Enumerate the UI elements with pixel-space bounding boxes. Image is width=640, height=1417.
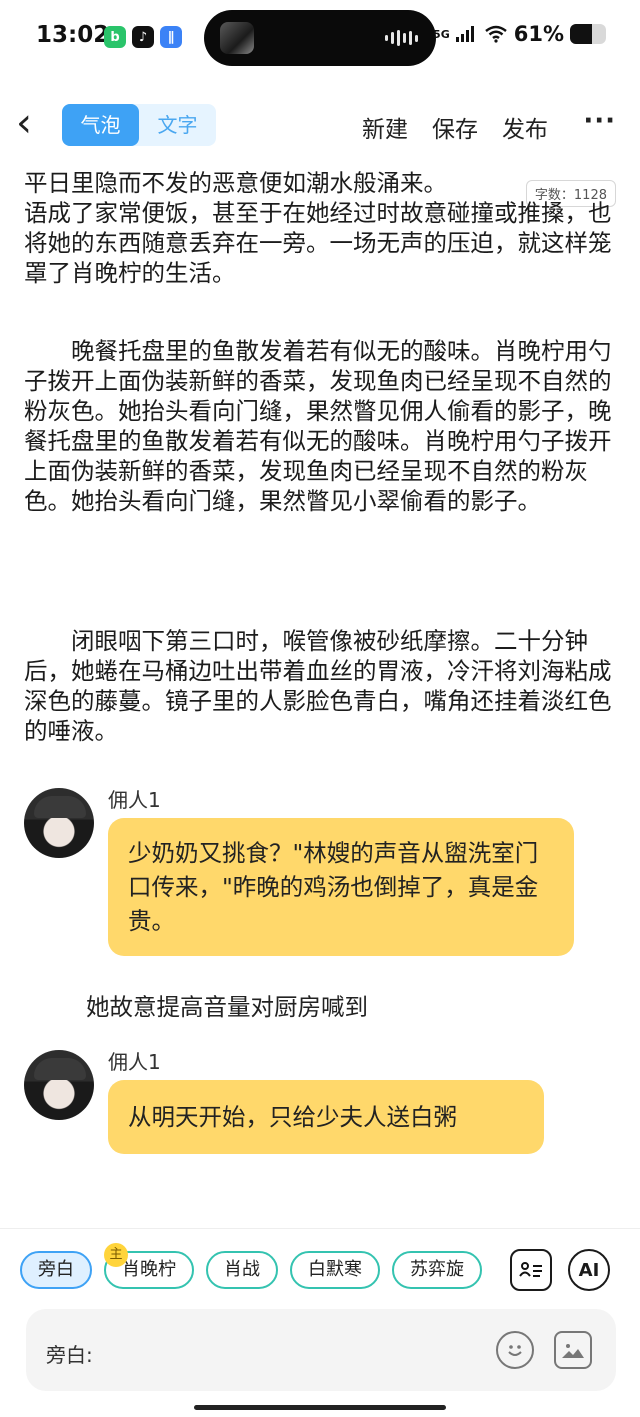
new-button[interactable]: 新建 [362, 110, 408, 144]
bilibili-icon: b [104, 26, 126, 48]
media-thumbnail [220, 22, 254, 54]
speech-bubble[interactable]: 少奶奶又挑食？"林嫂的声音从盥洗室门口传来，"昨晚的鸡汤也倒掉了，真是金贵。 [108, 818, 574, 956]
signal-icon [455, 26, 474, 42]
emoji-icon[interactable] [496, 1331, 534, 1369]
input-label: 旁白: [46, 1343, 93, 1367]
tab-bubble[interactable]: 气泡 [62, 104, 139, 146]
character-chips: 旁白 肖晚柠 肖战 白默寒 苏弈旋 [20, 1251, 490, 1291]
tiktok-icon: ♪ [132, 26, 154, 48]
chip-bai-mohan[interactable]: 白默寒 [290, 1251, 380, 1289]
home-indicator[interactable] [194, 1405, 446, 1410]
wifi-icon [484, 25, 507, 43]
battery-percent: 61% [513, 22, 564, 46]
battery-icon [570, 24, 606, 44]
publish-button[interactable]: 发布 [502, 110, 548, 144]
chip-narrator[interactable]: 旁白 [20, 1251, 92, 1289]
main-character-badge: 主 [104, 1243, 128, 1267]
role-card-button[interactable] [510, 1249, 552, 1291]
back-button[interactable]: ‹ [16, 103, 50, 144]
image-icon[interactable] [554, 1331, 592, 1369]
speaker-name: 佣人1 [108, 1050, 161, 1074]
narration-text[interactable]: 她故意提高音量对厨房喊到 [86, 988, 368, 1022]
input-area[interactable]: 旁白: [26, 1309, 616, 1391]
speaker-name: 佣人1 [108, 788, 161, 812]
status-right: 5G 61% [433, 22, 606, 46]
paragraph-2[interactable]: 晚餐托盘里的鱼散发着若有似无的酸味。肖晚柠用勺子拨开上面伪装新鲜的香菜，发现鱼肉… [24, 336, 616, 516]
bottom-panel: 主 旁白 肖晚柠 肖战 白默寒 苏弈旋 AI 旁白: [0, 1228, 640, 1417]
paragraph-1[interactable]: 平日里隐而不发的恶意便如潮水般涌来。 语成了家常便饭，甚至于在她经过时故意碰撞或… [24, 168, 616, 288]
status-app-icons: b ♪ ∥ [104, 26, 182, 48]
status-time: 13:02 [36, 22, 110, 48]
app-icon: ∥ [160, 26, 182, 48]
tab-text[interactable]: 文字 [139, 104, 216, 146]
editor-content[interactable]: 字数：1128 平日里隐而不发的恶意便如潮水般涌来。 语成了家常便饭，甚至于在她… [24, 160, 616, 1230]
mode-toggle: 气泡 文字 [62, 104, 216, 146]
more-button[interactable]: ··· [583, 106, 616, 136]
chip-xiao-zhan[interactable]: 肖战 [206, 1251, 278, 1289]
avatar[interactable] [24, 1050, 94, 1120]
ai-button[interactable]: AI [568, 1249, 610, 1291]
chip-su-yixuan[interactable]: 苏弈旋 [392, 1251, 482, 1289]
audio-wave-icon [385, 30, 418, 46]
dynamic-island[interactable] [204, 10, 436, 66]
status-bar: 13:02 b ♪ ∥ 5G 61% [0, 0, 640, 76]
top-nav: ‹ 气泡 文字 新建 保存 发布 ··· [0, 92, 640, 156]
nav-actions: 新建 保存 发布 [362, 110, 548, 144]
network-label: 5G [433, 27, 450, 41]
id-card-icon [519, 1262, 542, 1277]
save-button[interactable]: 保存 [432, 110, 478, 144]
speech-bubble[interactable]: 从明天开始，只给少夫人送白粥 [108, 1080, 544, 1154]
paragraph-3[interactable]: 闭眼咽下第三口时，喉管像被砂纸摩擦。二十分钟后，她蜷在马桶边吐出带着血丝的胃液，… [24, 626, 616, 746]
avatar[interactable] [24, 788, 94, 858]
